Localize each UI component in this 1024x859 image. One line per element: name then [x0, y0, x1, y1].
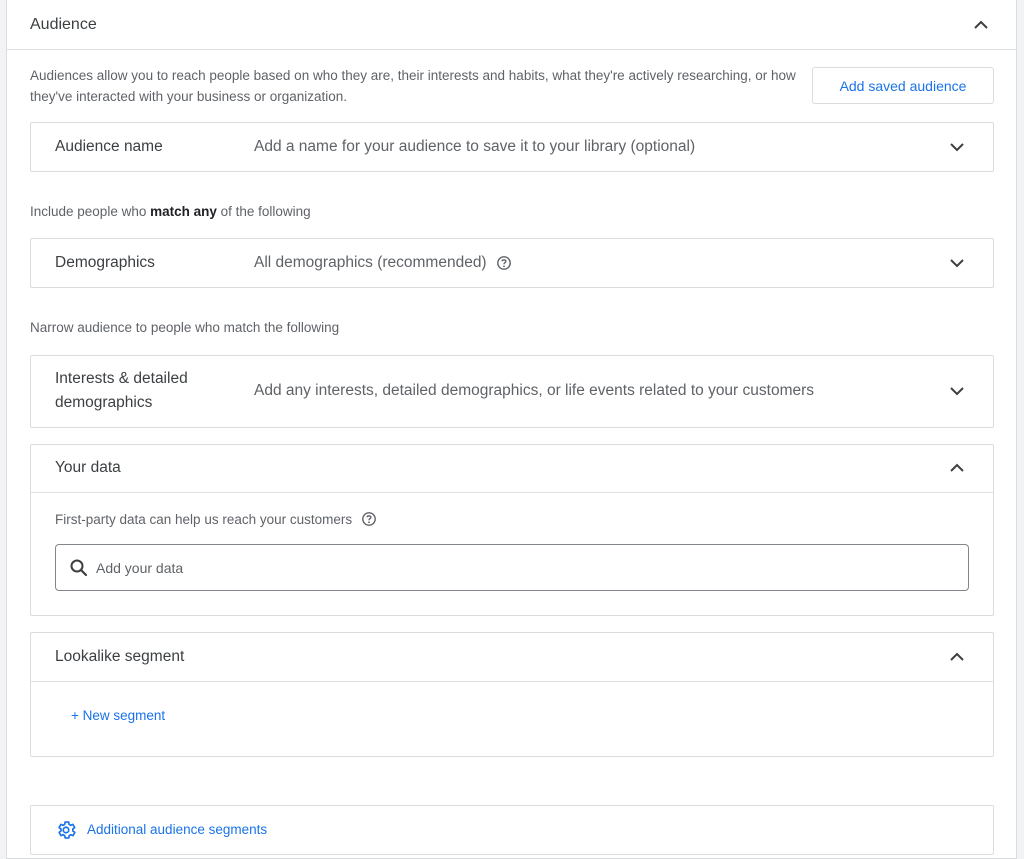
- chevron-up-icon[interactable]: [947, 647, 967, 667]
- demographics-panel[interactable]: Demographics All demographics (recommend…: [30, 238, 994, 288]
- your-data-description: First-party data can help us reach your …: [55, 511, 377, 527]
- include-prefix: Include people who: [30, 204, 151, 219]
- additional-segments-panel[interactable]: Additional audience segments: [30, 805, 994, 855]
- demographics-value-text: All demographics (recommended): [254, 254, 487, 271]
- your-data-description-text: First-party data can help us reach your …: [55, 511, 353, 527]
- your-data-search-box[interactable]: [55, 544, 969, 591]
- search-icon: [69, 558, 89, 578]
- chevron-up-icon[interactable]: [947, 458, 967, 478]
- include-suffix: of the following: [216, 204, 311, 219]
- your-data-search-input[interactable]: [96, 545, 956, 590]
- lookalike-label: Lookalike segment: [55, 648, 185, 665]
- your-data-panel: Your data First-party data can help us r…: [30, 444, 994, 616]
- additional-segments-link[interactable]: Additional audience segments: [87, 822, 267, 837]
- new-segment-link[interactable]: + New segment: [71, 708, 165, 723]
- chevron-down-icon[interactable]: [947, 253, 967, 273]
- audience-title: Audience: [30, 16, 97, 33]
- your-data-label: Your data: [55, 459, 121, 476]
- narrow-text: Narrow audience to people who match the …: [30, 320, 340, 335]
- gear-icon: [55, 819, 77, 841]
- interests-panel[interactable]: Interests & detailed demographics Add an…: [30, 355, 994, 428]
- help-circle-icon[interactable]: [361, 511, 377, 527]
- demographics-value: All demographics (recommended): [254, 251, 512, 275]
- divider: [31, 681, 993, 682]
- include-text: Include people who match any of the foll…: [30, 204, 311, 219]
- audience-name-label: Audience name: [55, 138, 163, 155]
- interests-value: Add any interests, detailed demographics…: [254, 382, 815, 399]
- interests-label-line1: Interests & detailed: [55, 370, 188, 387]
- interests-label-line2: demographics: [55, 394, 153, 411]
- include-emphasis: match any: [150, 204, 217, 219]
- demographics-label: Demographics: [55, 254, 155, 271]
- add-saved-audience-button[interactable]: Add saved audience: [812, 67, 994, 104]
- audience-name-panel[interactable]: Audience name Add a name for your audien…: [30, 122, 994, 172]
- audience-header[interactable]: Audience: [7, 0, 1016, 50]
- audience-card: Audience Audiences allow you to reach pe…: [6, 0, 1017, 859]
- help-circle-icon[interactable]: [496, 255, 512, 271]
- audience-intro-text: Audiences allow you to reach people base…: [30, 68, 796, 104]
- audience-name-placeholder: Add a name for your audience to save it …: [254, 138, 696, 155]
- chevron-down-icon[interactable]: [947, 137, 967, 157]
- divider: [31, 492, 993, 493]
- lookalike-panel: Lookalike segment + New segment: [30, 632, 994, 757]
- chevron-up-icon[interactable]: [971, 15, 991, 35]
- chevron-down-icon[interactable]: [947, 381, 967, 401]
